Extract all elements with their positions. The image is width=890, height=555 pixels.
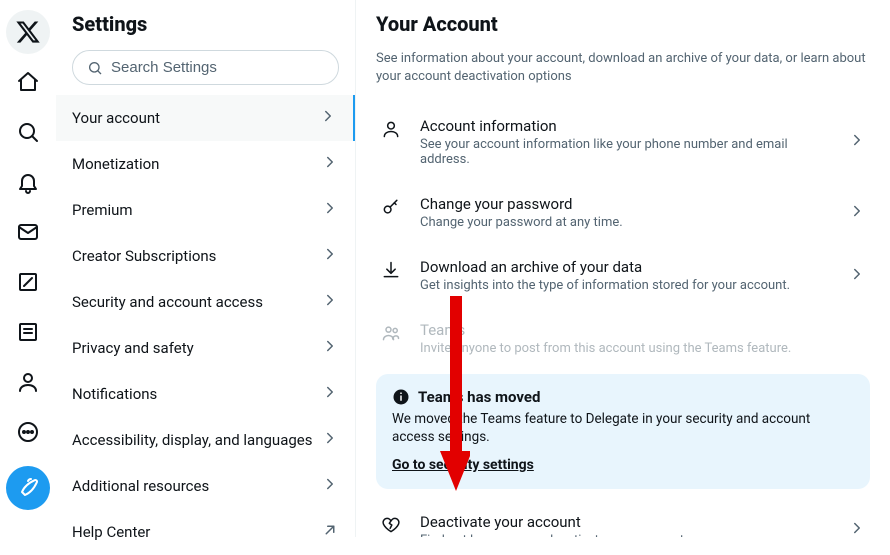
people-icon bbox=[380, 321, 402, 343]
chevron-right-icon bbox=[321, 153, 339, 175]
messages-icon[interactable] bbox=[6, 210, 50, 254]
banner-body: We moved the Teams feature to Delegate i… bbox=[392, 410, 854, 446]
chevron-right-icon bbox=[321, 429, 339, 451]
nav-item-label: Help Center bbox=[72, 523, 150, 541]
settings-nav: Settings Your account Monetization Premium… bbox=[56, 0, 356, 537]
nav-item-label: Additional resources bbox=[72, 477, 209, 495]
nav-item-your-account[interactable]: Your account bbox=[56, 95, 355, 141]
nav-item-label: Notifications bbox=[72, 385, 157, 403]
row-subtitle: Invite anyone to post from this account … bbox=[420, 341, 866, 356]
search-input[interactable] bbox=[111, 59, 324, 76]
row-title: Deactivate your account bbox=[420, 513, 830, 531]
row-subtitle: Change your password at any time. bbox=[420, 215, 830, 230]
banner-link[interactable]: Go to security settings bbox=[392, 457, 534, 473]
row-title: Account information bbox=[420, 117, 830, 135]
chevron-right-icon bbox=[321, 245, 339, 267]
chevron-right-icon bbox=[321, 475, 339, 497]
nav-item-label: Premium bbox=[72, 201, 133, 219]
lists-icon[interactable] bbox=[6, 310, 50, 354]
row-subtitle: See your account information like your p… bbox=[420, 137, 830, 167]
teams-moved-banner: Teams has moved We moved the Teams featu… bbox=[376, 374, 870, 488]
nav-item-accessibility-display-and-languages[interactable]: Accessibility, display, and languages bbox=[56, 417, 355, 463]
person-icon bbox=[380, 117, 402, 139]
key-icon bbox=[380, 195, 402, 217]
nav-item-notifications[interactable]: Notifications bbox=[56, 371, 355, 417]
banner-title: Teams has moved bbox=[418, 388, 540, 406]
chevron-right-icon bbox=[321, 337, 339, 359]
info-icon bbox=[392, 388, 410, 406]
nav-item-label: Monetization bbox=[72, 155, 159, 173]
nav-item-label: Accessibility, display, and languages bbox=[72, 431, 312, 449]
row-subtitle: Get insights into the type of informatio… bbox=[420, 278, 830, 293]
account-detail: Your Account See information about your … bbox=[356, 0, 890, 537]
nav-rail bbox=[0, 0, 56, 537]
nav-item-help-center[interactable]: Help Center bbox=[56, 509, 355, 555]
row-title: Teams bbox=[420, 321, 866, 339]
nav-item-premium[interactable]: Premium bbox=[56, 187, 355, 233]
chevron-right-icon bbox=[321, 383, 339, 405]
external-link-icon bbox=[321, 521, 339, 543]
heartbreak-icon bbox=[380, 513, 402, 535]
nav-item-security-and-account-access[interactable]: Security and account access bbox=[56, 279, 355, 325]
row-title: Change your password bbox=[420, 195, 830, 213]
nav-item-additional-resources[interactable]: Additional resources bbox=[56, 463, 355, 509]
chevron-right-icon bbox=[848, 519, 866, 537]
row-deactivate-account[interactable]: Deactivate your account Find out how you … bbox=[376, 499, 870, 537]
chevron-right-icon bbox=[848, 265, 866, 287]
download-icon bbox=[380, 258, 402, 280]
x-logo-icon[interactable] bbox=[6, 10, 50, 54]
chevron-right-icon bbox=[848, 131, 866, 153]
profile-icon[interactable] bbox=[6, 360, 50, 404]
chevron-right-icon bbox=[848, 202, 866, 224]
nav-item-label: Privacy and safety bbox=[72, 339, 194, 357]
row-teams: Teams Invite anyone to post from this acc… bbox=[376, 307, 870, 370]
row-account-information[interactable]: Account information See your account info… bbox=[376, 103, 870, 181]
page-description: See information about your account, down… bbox=[376, 50, 870, 85]
more-icon[interactable] bbox=[6, 410, 50, 454]
nav-item-label: Creator Subscriptions bbox=[72, 247, 216, 265]
search-icon[interactable] bbox=[6, 110, 50, 154]
row-download-archive[interactable]: Download an archive of your data Get insi… bbox=[376, 244, 870, 307]
home-icon[interactable] bbox=[6, 60, 50, 104]
chevron-right-icon bbox=[321, 291, 339, 313]
nav-item-label: Your account bbox=[72, 109, 160, 127]
row-subtitle: Find out how you can deactivate your acc… bbox=[420, 533, 830, 537]
search-settings-field[interactable] bbox=[72, 50, 339, 85]
row-title: Download an archive of your data bbox=[420, 258, 830, 276]
nav-item-monetization[interactable]: Monetization bbox=[56, 141, 355, 187]
nav-item-label: Security and account access bbox=[72, 293, 263, 311]
nav-item-privacy-and-safety[interactable]: Privacy and safety bbox=[56, 325, 355, 371]
chevron-right-icon bbox=[321, 199, 339, 221]
nav-item-creator-subscriptions[interactable]: Creator Subscriptions bbox=[56, 233, 355, 279]
settings-title: Settings bbox=[56, 12, 355, 50]
grok-icon[interactable] bbox=[6, 260, 50, 304]
notifications-icon[interactable] bbox=[6, 160, 50, 204]
compose-button[interactable] bbox=[6, 466, 50, 510]
page-title: Your Account bbox=[376, 12, 870, 36]
chevron-right-icon bbox=[319, 107, 337, 129]
row-change-password[interactable]: Change your password Change your password… bbox=[376, 181, 870, 244]
